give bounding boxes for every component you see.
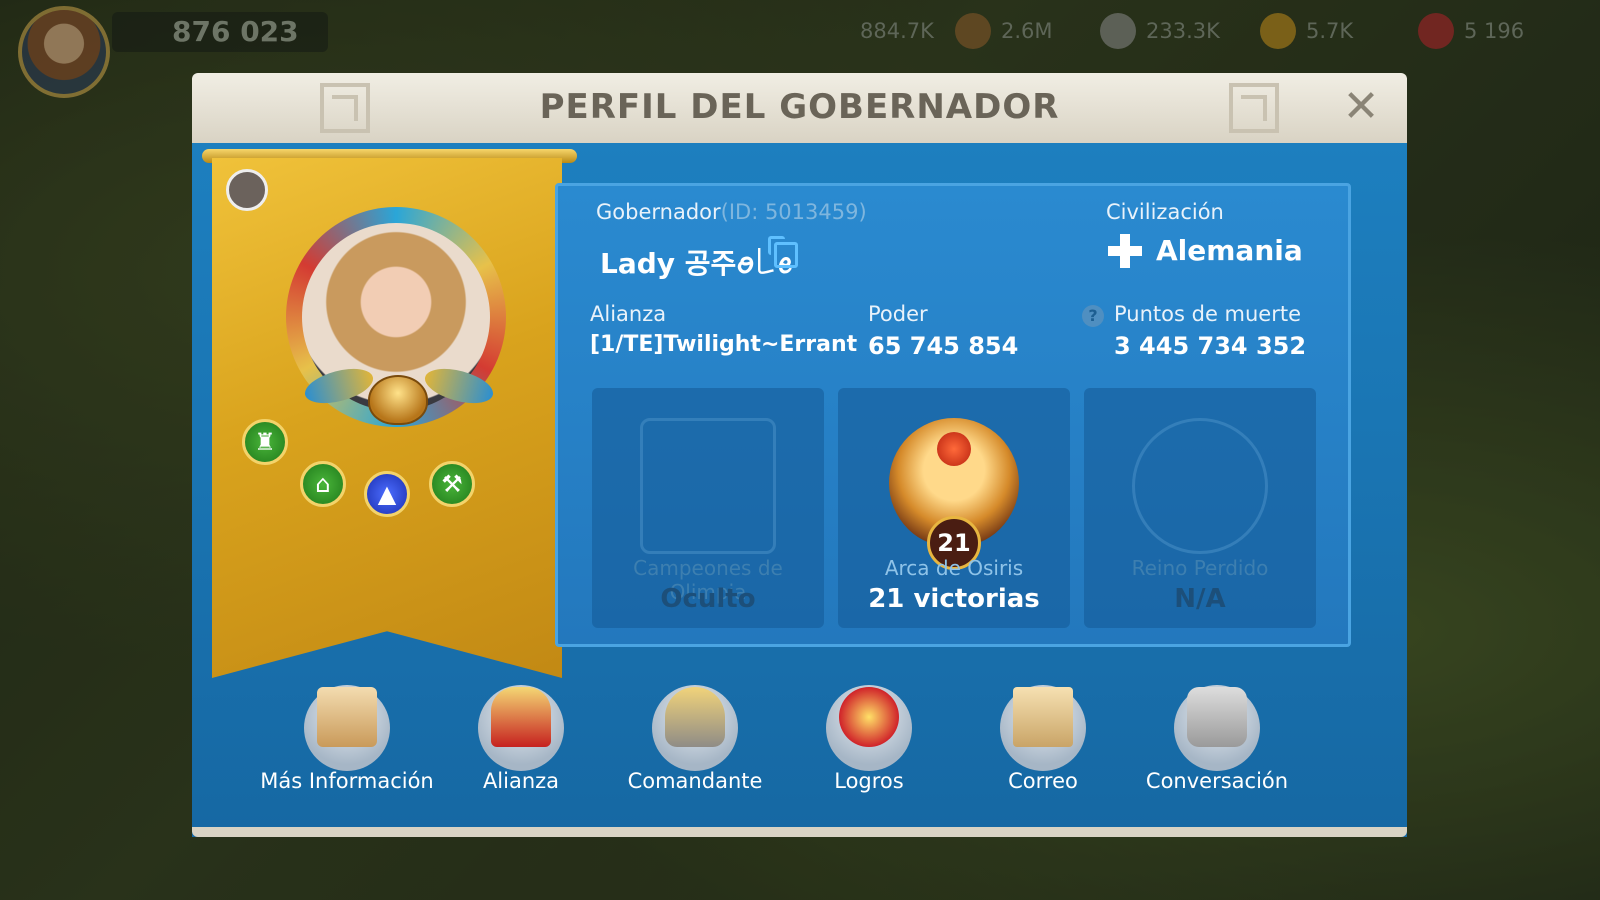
fortress-badge-icon[interactable]: ♜ bbox=[242, 419, 288, 465]
tile-lost-kingdom[interactable]: Reino Perdido N/A bbox=[1084, 388, 1316, 628]
governor-profile-panel: PERFIL DEL GOBERNADOR ✕ ♜ ⌂ ▲ ⚒ Gobernad… bbox=[192, 73, 1407, 845]
resource-stone: 233.3K bbox=[1100, 13, 1220, 49]
more-info-button[interactable]: Más Información bbox=[260, 681, 434, 821]
alliance-button[interactable]: Alianza bbox=[436, 681, 606, 821]
mail-icon bbox=[1013, 687, 1073, 747]
frame-select-icon[interactable] bbox=[226, 169, 268, 211]
tile-osiris[interactable]: 21 Arca de Osiris 21 victorias bbox=[838, 388, 1070, 628]
resource-wood-value: 2.6M bbox=[1001, 19, 1053, 43]
eagle-sun-gem bbox=[937, 432, 971, 466]
resource-food: 884.7K bbox=[860, 14, 934, 48]
resource-gold-value: 5.7K bbox=[1306, 19, 1354, 43]
tile-lost-kingdom-value: N/A bbox=[1174, 584, 1226, 614]
power-label: Poder bbox=[868, 302, 928, 326]
death-points-value: 3 445 734 352 bbox=[1114, 332, 1307, 360]
pyramid-badge-icon[interactable]: ▲ bbox=[364, 471, 410, 517]
iron-cross-icon bbox=[1108, 234, 1142, 268]
tile-lost-kingdom-name: Reino Perdido bbox=[1131, 556, 1269, 580]
commander-button[interactable]: Comandante bbox=[610, 681, 780, 821]
alliance-label: Alianza bbox=[590, 302, 667, 326]
resource-wood: 2.6M bbox=[955, 13, 1053, 49]
copy-icon[interactable] bbox=[768, 236, 798, 268]
resource-gems-value: 5 196 bbox=[1464, 19, 1525, 43]
mail-button[interactable]: Correo bbox=[958, 681, 1128, 821]
scroll-icon bbox=[317, 687, 377, 747]
osiris-eagle-icon: 21 bbox=[889, 418, 1019, 570]
colosseum-badge-icon[interactable]: ⌂ bbox=[300, 461, 346, 507]
governor-label: Gobernador bbox=[596, 200, 721, 224]
chat-label: Conversación bbox=[1145, 769, 1289, 793]
chat-icon bbox=[1187, 687, 1247, 747]
resource-gold: 5.7K bbox=[1260, 13, 1354, 49]
chat-button[interactable]: Conversación bbox=[1132, 681, 1302, 821]
panel-body: ♜ ⌂ ▲ ⚒ Gobernador(ID: 5013459) Lady 공주ꪮ… bbox=[192, 143, 1407, 837]
panel-bottom-strip bbox=[192, 827, 1407, 837]
resource-stone-value: 233.3K bbox=[1146, 19, 1220, 43]
stone-icon bbox=[1100, 13, 1136, 49]
achievements-button[interactable]: Logros bbox=[784, 681, 954, 821]
tile-olympia-value: Oculto bbox=[660, 584, 756, 614]
tile-osiris-name: Arca de Osiris bbox=[884, 556, 1024, 580]
alliance-sword-icon bbox=[491, 687, 551, 747]
close-icon[interactable]: ✕ bbox=[1339, 85, 1383, 129]
catapult-badge-icon[interactable]: ⚒ bbox=[429, 461, 475, 507]
power-value: 65 745 854 bbox=[868, 332, 1019, 360]
panel-title: PERFIL DEL GOBERNADOR bbox=[539, 87, 1060, 127]
wood-icon bbox=[955, 13, 991, 49]
tile-olympia[interactable]: Campeones de Olimpia Oculto bbox=[592, 388, 824, 628]
civilization-label: Civilización bbox=[1106, 200, 1224, 224]
governor-id: (ID: 5013459) bbox=[720, 200, 867, 224]
resource-gems: 5 196 bbox=[1418, 13, 1525, 49]
governor-info-card: Gobernador(ID: 5013459) Lady 공주ꪮ꒒ꫀ Civil… bbox=[555, 183, 1351, 647]
panel-titlebar: PERFIL DEL GOBERNADOR ✕ bbox=[192, 73, 1407, 146]
lost-kingdom-swords-icon bbox=[1132, 418, 1268, 554]
scarab-icon bbox=[368, 375, 428, 425]
achievement-laurel-icon bbox=[839, 687, 899, 747]
commander-helmet-icon bbox=[665, 687, 725, 747]
alliance-value[interactable]: [1/TE]Twilight~Errant bbox=[590, 332, 857, 357]
resource-food-value: 884.7K bbox=[860, 19, 934, 43]
olympia-arena-icon bbox=[640, 418, 776, 554]
governor-label-row: Gobernador(ID: 5013459) bbox=[596, 200, 867, 224]
governor-name: Lady 공주ꪮ꒒ꫀ bbox=[600, 247, 793, 280]
hud-power-value: 876 023 bbox=[112, 12, 328, 52]
gold-icon bbox=[1260, 13, 1296, 49]
player-avatar[interactable] bbox=[18, 6, 110, 98]
gem-icon bbox=[1418, 13, 1454, 49]
tile-osiris-value: 21 victorias bbox=[868, 584, 1040, 614]
help-icon[interactable]: ? bbox=[1082, 305, 1104, 327]
civilization-value: Alemania bbox=[1156, 234, 1303, 267]
death-points-label: Puntos de muerte bbox=[1114, 302, 1302, 326]
